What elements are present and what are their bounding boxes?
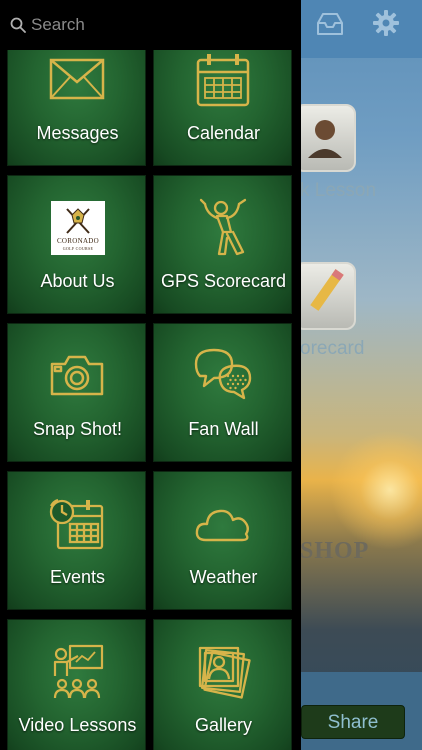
classroom-icon	[53, 644, 103, 699]
side-menu-drawer: Messages Calendar CORONADO GOLF COURSE A…	[0, 0, 301, 750]
background-lesson-label: k Lesson	[300, 180, 377, 201]
logo-name-text: CORONADO	[56, 237, 100, 245]
menu-item-about-us[interactable]: CORONADO GOLF COURSE About Us	[7, 175, 146, 314]
inbox-icon[interactable]	[316, 11, 344, 37]
scorecard-tile[interactable]	[294, 262, 356, 330]
search-input[interactable]: Search	[31, 15, 85, 35]
menu-item-label: Video Lessons	[18, 715, 137, 735]
shop-sign-text: SHOP	[300, 538, 370, 564]
menu-item-snap-shot[interactable]: Snap Shot!	[7, 323, 146, 462]
calendar-icon	[196, 54, 249, 107]
calendar-clock-icon	[49, 498, 103, 550]
menu-item-label: Messages	[36, 123, 119, 143]
menu-item-label: GPS Scorecard	[160, 271, 287, 291]
menu-grid: Messages Calendar CORONADO GOLF COURSE A…	[0, 0, 301, 750]
menu-item-label: Calendar	[186, 123, 261, 143]
envelope-icon	[49, 58, 104, 100]
menu-item-label: Weather	[189, 567, 258, 587]
share-button[interactable]: Share	[301, 705, 405, 739]
sunset-glow	[330, 430, 422, 550]
speech-bubbles-icon	[194, 348, 251, 400]
pencil-icon	[310, 269, 344, 311]
menu-item-label: Snap Shot!	[32, 419, 123, 439]
logo-sub-text: GOLF COURSE	[62, 246, 94, 251]
cloud-icon	[195, 509, 249, 542]
menu-item-video-lessons[interactable]: Video Lessons	[7, 619, 146, 750]
menu-item-fan-wall[interactable]: Fan Wall	[153, 323, 292, 462]
menu-item-gallery[interactable]: Gallery	[153, 619, 292, 750]
coronado-golf-logo: CORONADO GOLF COURSE	[51, 201, 105, 255]
lesson-tile[interactable]	[294, 104, 356, 172]
menu-item-weather[interactable]: Weather	[153, 471, 292, 610]
menu-item-label: Fan Wall	[188, 419, 259, 439]
search-bar[interactable]: Search	[0, 0, 301, 50]
menu-item-gps-scorecard[interactable]: GPS Scorecard	[153, 175, 292, 314]
instructor-icon	[308, 120, 342, 158]
menu-item-label: Gallery	[194, 715, 252, 735]
menu-item-label: About Us	[40, 271, 115, 291]
gear-icon[interactable]	[372, 9, 400, 37]
camera-icon	[50, 355, 103, 396]
background-scorecard-label: orecard	[300, 338, 365, 359]
search-icon	[10, 17, 26, 33]
menu-item-label: Events	[49, 567, 106, 587]
photo-stack-icon	[198, 646, 251, 699]
menu-item-events[interactable]: Events	[7, 471, 146, 610]
golfer-icon	[199, 198, 246, 256]
